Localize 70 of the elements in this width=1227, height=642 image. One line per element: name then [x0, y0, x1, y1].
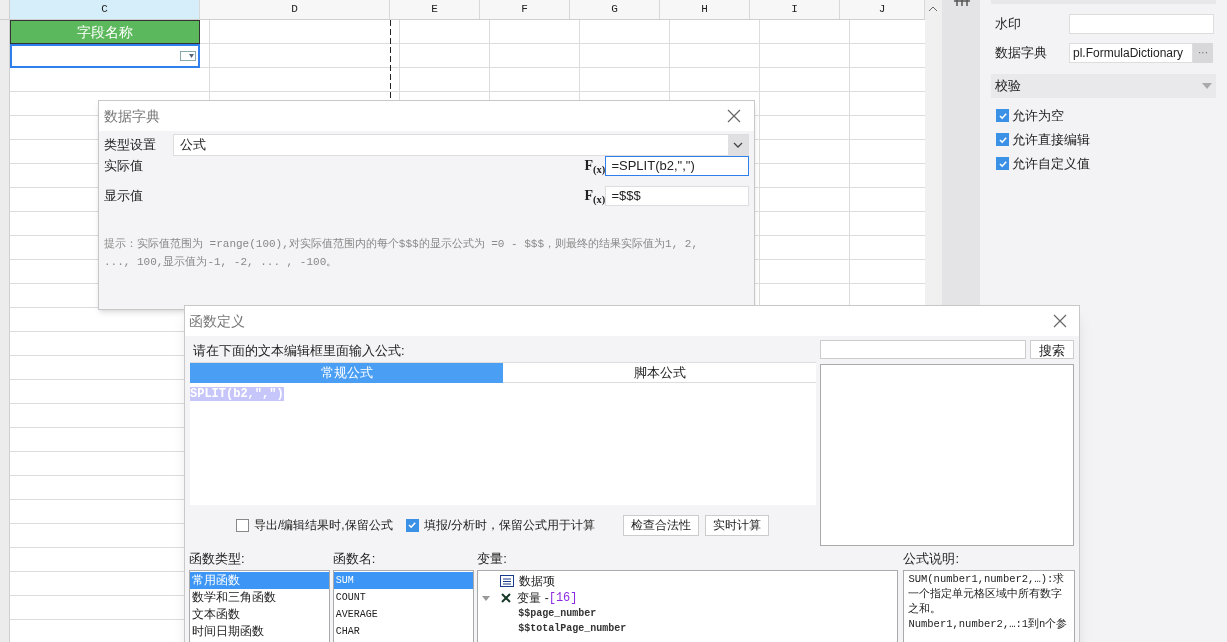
- list-item[interactable]: CHAR: [333, 623, 474, 640]
- tree-item[interactable]: $$totalPage_number: [482, 621, 898, 636]
- checkbox-label: 导出/编辑结果时,保留公式: [254, 517, 393, 534]
- description-text: SUM(number1,number2,…):求一个指定单元格区域中所有数字之和。: [908, 572, 1066, 617]
- table-cell[interactable]: [10, 44, 200, 68]
- column-header[interactable]: C: [10, 0, 200, 19]
- type-dropdown[interactable]: 公式: [172, 134, 749, 156]
- checkbox[interactable]: [236, 518, 249, 532]
- action-button[interactable]: 实时计算: [705, 514, 769, 536]
- input-field[interactable]: [1069, 14, 1214, 34]
- tree-item[interactable]: 数据项: [519, 571, 556, 590]
- expander-icon[interactable]: [482, 593, 491, 602]
- field-label: 数据字典: [995, 44, 1048, 63]
- prompt-text: 请在下面的文本编辑框里面输入公式:: [192, 342, 406, 360]
- checkbox[interactable]: [996, 133, 1009, 146]
- search-button[interactable]: 搜索: [1030, 340, 1074, 359]
- list-label: 函数类型:: [189, 550, 246, 568]
- list-item[interactable]: 时间日期函数: [190, 623, 329, 640]
- field-label: 实际值: [104, 157, 144, 176]
- action-button[interactable]: 检查合法性: [623, 514, 699, 536]
- count-text: [16]: [548, 589, 578, 607]
- formula-field[interactable]: =$$$: [605, 186, 749, 206]
- list-item[interactable]: 数学和三角函数: [190, 589, 329, 606]
- list-item[interactable]: COUNT: [333, 589, 474, 606]
- close-icon[interactable]: [727, 109, 741, 123]
- list-label: 公式说明:: [903, 550, 960, 568]
- checkbox[interactable]: [996, 109, 1009, 122]
- list-label: 函数名:: [332, 550, 377, 568]
- checkbox[interactable]: [405, 518, 419, 532]
- description-text: Number1,number2,…:1到n个参: [908, 617, 1069, 632]
- column-header[interactable]: J: [840, 0, 925, 19]
- column-header[interactable]: H: [660, 0, 750, 19]
- window-title: 数据字典: [104, 106, 160, 126]
- checkbox-label: 允许自定义值: [1012, 154, 1090, 173]
- tree-item[interactable]: $$page_number: [482, 606, 898, 621]
- column-header[interactable]: F: [480, 0, 570, 19]
- search-field[interactable]: [820, 340, 1026, 359]
- formula-icon[interactable]: F$_{(x)}$: [584, 189, 605, 203]
- close-icon[interactable]: [1053, 314, 1067, 328]
- scroll-up-icon[interactable]: [928, 6, 938, 12]
- column-header[interactable]: E: [390, 0, 480, 19]
- checkbox-label: 填报/分析时，保留公式用于计算: [423, 517, 595, 534]
- chevron-down-icon[interactable]: [733, 142, 743, 148]
- field-label: 显示值: [104, 187, 144, 206]
- field-label: 类型设置: [104, 136, 157, 155]
- table-icon: [500, 574, 515, 587]
- list-item[interactable]: AVERAGE: [333, 606, 474, 623]
- caret-icon[interactable]: [1202, 83, 1212, 89]
- list-item[interactable]: 文本函数: [190, 606, 329, 623]
- grid-icon[interactable]: [954, 0, 970, 6]
- input-field[interactable]: pl.FormulaDictionary: [1069, 43, 1193, 63]
- browse-button[interactable]: ···: [1193, 43, 1213, 63]
- formula-field[interactable]: =SPLIT(b2,","): [605, 156, 749, 176]
- checkbox-label: 允许直接编辑: [1012, 130, 1090, 149]
- column-header[interactable]: D: [200, 0, 390, 19]
- field-label: 水印: [995, 15, 1022, 34]
- formula-text: SPLIT(b2,","): [190, 387, 284, 401]
- column-header[interactable]: I: [750, 0, 840, 19]
- dropdown-icon[interactable]: [180, 51, 196, 61]
- checkbox[interactable]: [996, 157, 1009, 170]
- header-cell: 字段名称: [10, 20, 200, 44]
- tab[interactable]: 脚本公式: [503, 363, 816, 383]
- tree-item[interactable]: 变量 -: [517, 588, 549, 607]
- formula-icon[interactable]: F$_{(x)}$: [584, 159, 605, 173]
- window-title: 函数定义: [189, 311, 245, 331]
- checkbox-label: 允许为空: [1012, 106, 1064, 125]
- hint-text: 提示：实际值范围为 =range(100),对实际值范围内的每个$$$的显示公式为 =0 - $$$，则最终的结果实际值为1, 2, ..., 100,显示值为-1, -2, ... , -100。: [103, 237, 700, 270]
- section-header[interactable]: 校验: [991, 74, 1216, 98]
- list-label: 变量:: [477, 550, 508, 568]
- column-header[interactable]: G: [570, 0, 660, 19]
